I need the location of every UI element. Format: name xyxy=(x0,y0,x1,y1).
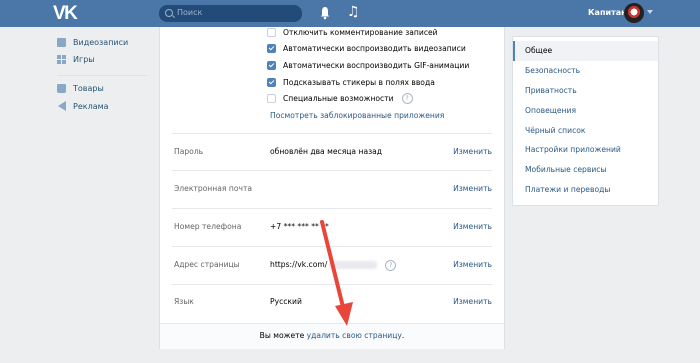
annotation-arrow xyxy=(320,220,353,326)
